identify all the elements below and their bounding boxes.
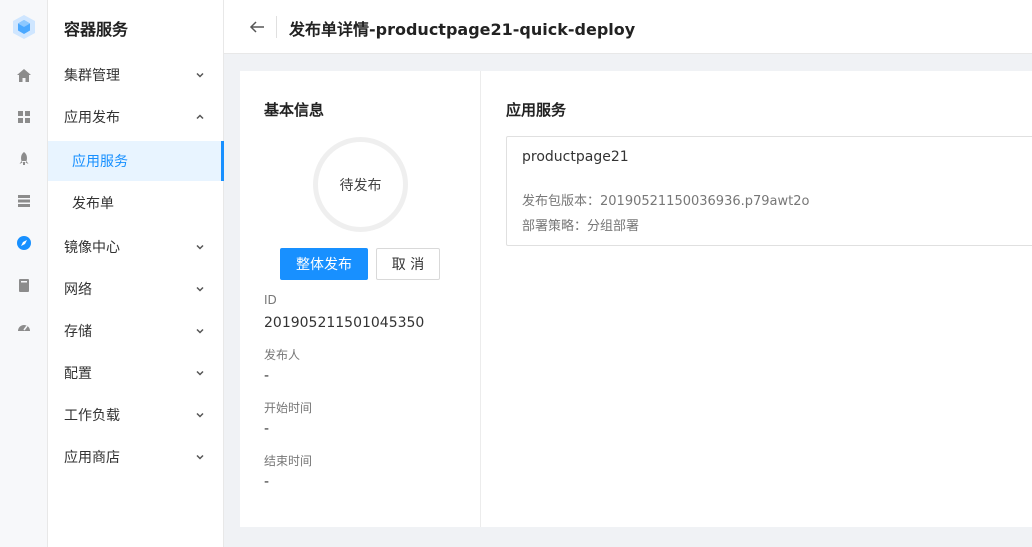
field-label-publisher: 发布人 (264, 348, 301, 362)
basic-info-panel: 基本信息 待发布 整体发布 取 消 ID 201905211501045350 … (240, 71, 481, 527)
sidebar-title: 容器服务 (64, 20, 129, 39)
home-icon[interactable] (16, 67, 32, 83)
chevron-down-icon (196, 412, 204, 418)
chevron-down-icon (196, 72, 204, 78)
field-label-start-time: 开始时间 (264, 401, 313, 415)
app-service-panel: 应用服务 productpage21 发布包版本：201905211500369… (481, 71, 1032, 527)
sidebar-item-label: 应用发布 (64, 110, 120, 126)
field-value-id: 201905211501045350 (264, 315, 425, 331)
back-arrow-icon[interactable] (248, 18, 266, 36)
service-name: productpage21 (522, 149, 629, 165)
sidebar-item-label: 工作负载 (64, 408, 120, 424)
gauge-icon[interactable] (16, 319, 32, 335)
page-title: 发布单详情-productpage21-quick-deploy (289, 20, 636, 39)
sidebar-item-label: 发布单 (72, 196, 114, 212)
sidebar-item-label: 存储 (64, 324, 92, 340)
app-service-title: 应用服务 (506, 101, 567, 119)
field-value-end-time: - (264, 474, 270, 490)
field-value-start-time: - (264, 421, 270, 437)
field-value-publisher: - (264, 368, 270, 384)
field-label-end-time: 结束时间 (264, 454, 313, 468)
sidebar-item-config[interactable]: 配置 (48, 353, 224, 393)
sidebar: 容器服务 集群管理 应用发布 应用服务 发布单 镜像中心 网络 存储 配置 工作… (48, 0, 224, 547)
chevron-down-icon (196, 328, 204, 334)
sidebar-item-app-store[interactable]: 应用商店 (48, 437, 224, 477)
sidebar-item-release-order[interactable]: 发布单 (48, 183, 224, 223)
chevron-down-icon (196, 244, 204, 250)
sidebar-item-label: 集群管理 (64, 68, 120, 84)
rocket-icon[interactable] (16, 151, 32, 167)
sidebar-item-storage[interactable]: 存储 (48, 311, 224, 351)
chevron-down-icon (196, 454, 204, 460)
chevron-down-icon (196, 286, 204, 292)
sidebar-item-app-service[interactable]: 应用服务 (48, 141, 224, 181)
package-version: 发布包版本：20190521150036936.p79awt2o (522, 194, 810, 209)
release-all-button[interactable]: 整体发布 (280, 248, 368, 280)
sidebar-item-app-release[interactable]: 应用发布 (48, 97, 224, 137)
sidebar-item-cluster[interactable]: 集群管理 (48, 55, 224, 95)
sidebar-item-network[interactable]: 网络 (48, 269, 224, 309)
logo-cube-icon[interactable] (9, 12, 39, 42)
icon-rail (0, 0, 48, 547)
deploy-strategy: 部署策略：分组部署 (522, 219, 640, 234)
status-text: 待发布 (339, 177, 382, 194)
sidebar-item-label: 应用服务 (72, 154, 128, 170)
status-ring: 待发布 (313, 137, 408, 232)
sidebar-item-label: 网络 (64, 282, 92, 298)
field-label-id: ID (264, 293, 277, 307)
service-card[interactable]: productpage21 发布包版本：20190521150036936.p7… (506, 136, 1032, 246)
chevron-down-icon (196, 370, 204, 376)
cancel-button[interactable]: 取 消 (376, 248, 440, 280)
detail-card: 基本信息 待发布 整体发布 取 消 ID 201905211501045350 … (240, 71, 1032, 527)
sidebar-item-label: 配置 (64, 366, 92, 382)
header-divider (276, 16, 277, 38)
chevron-up-icon (196, 114, 204, 120)
server-list-icon[interactable] (16, 193, 32, 209)
sidebar-item-label: 应用商店 (64, 450, 120, 466)
sidebar-item-image-center[interactable]: 镜像中心 (48, 227, 224, 267)
sidebar-item-label: 镜像中心 (64, 240, 120, 256)
sidebar-item-workload[interactable]: 工作负载 (48, 395, 224, 435)
dashboard-grid-icon[interactable] (16, 109, 32, 125)
page-header: 发布单详情-productpage21-quick-deploy (224, 0, 1032, 54)
compass-icon[interactable] (16, 235, 32, 251)
book-icon[interactable] (16, 277, 32, 293)
basic-info-title: 基本信息 (264, 101, 325, 119)
